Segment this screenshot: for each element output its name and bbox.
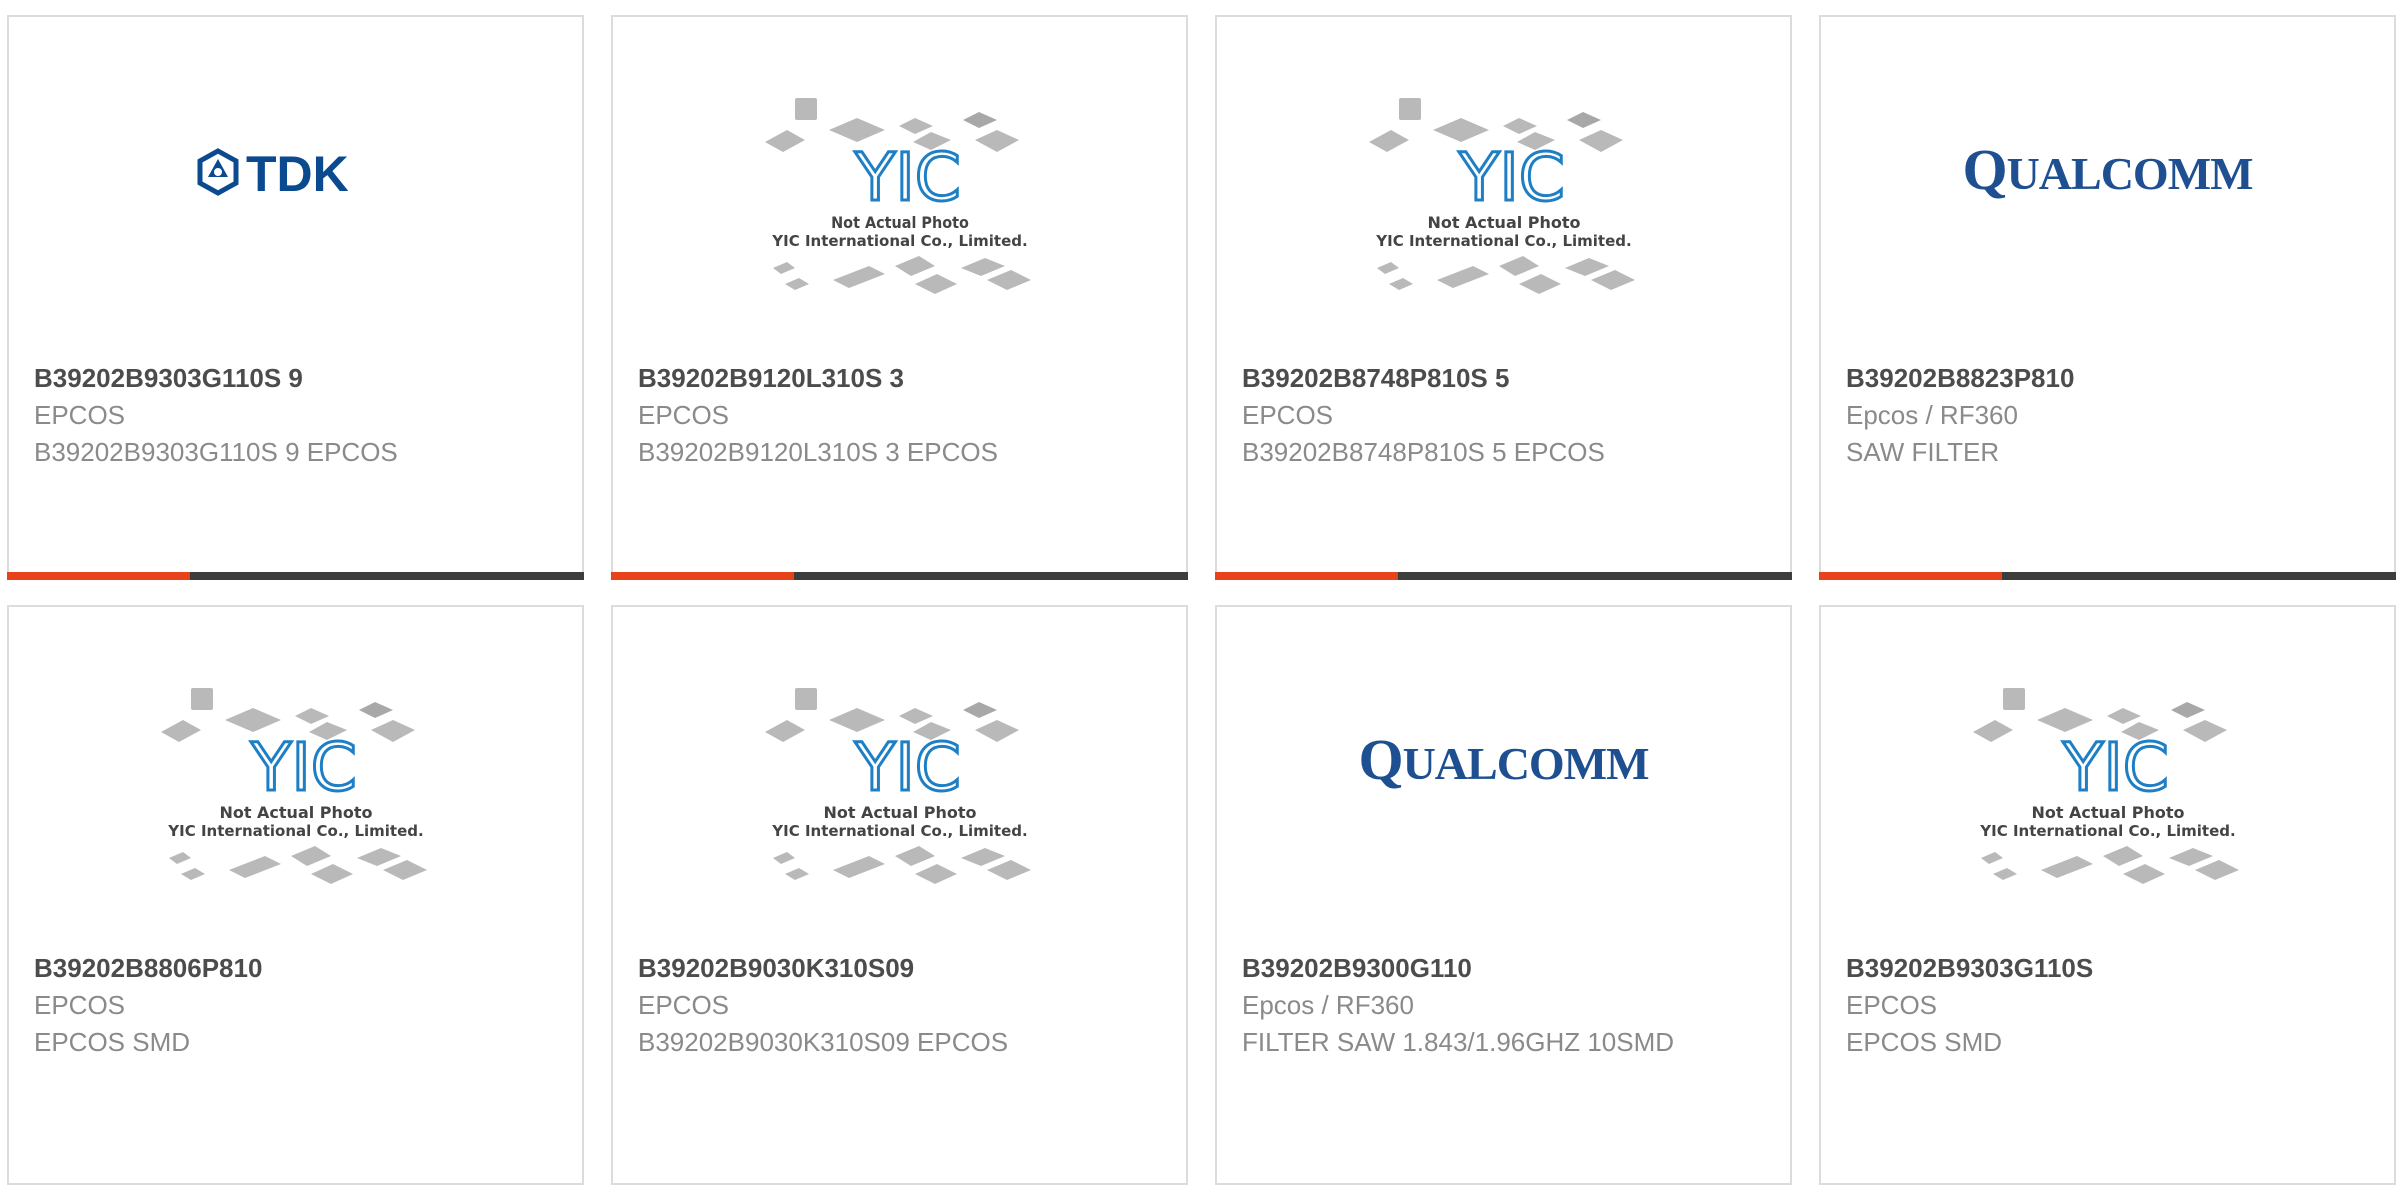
description: EPCOS SMD [1846,1027,2003,1057]
part-number-link[interactable]: B39202B9300G110 [1242,950,1770,987]
product-info: B39202B9303G110S EPCOS EPCOS SMD [1846,950,2374,1060]
brand-label: Epcos / RF360 [1846,400,2018,430]
product-info: B39202B9300G110 Epcos / RF360 FILTER SAW… [1242,950,1770,1060]
brand-label: EPCOS [1242,400,1334,430]
card-bottom-bar [611,572,1188,580]
description: B39202B9120L310S 3 EPCOS [638,437,998,467]
yic-placeholder-image: YIC Not Actual Photo YIC International C… [1972,687,2239,884]
svg-text:YIC: YIC [250,729,357,806]
brand-label: EPCOS [1846,990,1938,1020]
product-image[interactable]: QUALCOMM [1217,607,1790,952]
svg-text:YIC International Co., Limited: YIC International Co., Limited. [771,232,1027,250]
svg-text:YIC: YIC [854,729,961,806]
svg-text:YIC International Co., Limited: YIC International Co., Limited. [1979,822,2235,840]
yic-placeholder-image: YIC Not Actual Photo YIC International C… [1368,97,1635,294]
product-image[interactable]: YIC Not Actual Photo YIC International C… [1821,607,2394,952]
qualcomm-logo: QUALCOMM [1358,727,1649,792]
brand-label: Epcos / RF360 [1242,990,1414,1020]
part-number-link[interactable]: B39202B9030K310S09 [638,950,1166,987]
card-accent [1819,572,2002,580]
product-image[interactable]: QUALCOMM [1821,17,2394,362]
tdk-logo: TDK [196,147,396,197]
yic-placeholder-image: YIC Not Actual Photo YIC International C… [160,687,427,884]
svg-text:Not Actual Photo: Not Actual Photo [219,803,372,822]
brand-label: EPCOS [638,990,730,1020]
product-image[interactable]: YIC Not Actual Photo YIC International C… [613,607,1186,952]
product-card[interactable]: QUALCOMM B39202B8823P810 Epcos / RF360 S… [1819,15,2396,580]
qualcomm-logo: QUALCOMM [1962,137,2253,202]
part-number-link[interactable]: B39202B9303G110S 9 [34,360,562,397]
product-info: B39202B8806P810 EPCOS EPCOS SMD [34,950,562,1060]
description: SAW FILTER [1846,437,2000,467]
product-card[interactable]: QUALCOMM B39202B9300G110 Epcos / RF360 F… [1215,605,1792,1185]
part-number-link[interactable]: B39202B8748P810S 5 [1242,360,1770,397]
product-info: B39202B8823P810 Epcos / RF360 SAW FILTER [1846,360,2374,470]
description: B39202B9303G110S 9 EPCOS [34,437,398,467]
yic-placeholder-image: YIC Not Actual Photo YIC International C… [764,687,1031,884]
product-image[interactable]: YIC Not Actual Photo YIC International C… [613,17,1186,362]
product-image[interactable]: YIC Not Actual Photo YIC International C… [1217,17,1790,362]
product-grid: TDK B39202B9303G110S 9 EPCOS B39202B9303… [0,0,2400,1185]
description: B39202B8748P810S 5 EPCOS [1242,437,1605,467]
product-info: B39202B9030K310S09 EPCOS B39202B9030K310… [638,950,1166,1060]
description: EPCOS SMD [34,1027,191,1057]
svg-text:YIC: YIC [2062,729,2169,806]
description: B39202B9030K310S09 EPCOS [638,1027,1009,1057]
part-number-link[interactable]: B39202B8823P810 [1846,360,2374,397]
description: FILTER SAW 1.843/1.96GHZ 10SMD [1242,1027,1675,1057]
card-accent [1215,572,1398,580]
brand-label: EPCOS [34,990,126,1020]
card-bottom-bar [7,572,584,580]
svg-text:Not Actual Photo: Not Actual Photo [831,213,969,232]
svg-text:Not Actual Photo: Not Actual Photo [2031,803,2184,822]
svg-text:Not Actual Photo: Not Actual Photo [823,803,976,822]
svg-text:YIC International Co., Limited: YIC International Co., Limited. [1375,232,1631,250]
product-card[interactable]: YIC Not Actual Photo YIC International C… [611,15,1188,580]
product-card[interactable]: YIC Not Actual Photo YIC International C… [611,605,1188,1185]
brand-label: EPCOS [638,400,730,430]
product-card[interactable]: YIC Not Actual Photo YIC International C… [1819,605,2396,1185]
brand-label: EPCOS [34,400,126,430]
product-image[interactable]: TDK [9,17,582,362]
svg-text:YIC: YIC [854,139,961,216]
product-image[interactable]: YIC Not Actual Photo YIC International C… [9,607,582,952]
svg-text:Not Actual Photo: Not Actual Photo [1427,213,1580,232]
card-accent [611,572,794,580]
part-number-link[interactable]: B39202B9120L310S 3 [638,360,1166,397]
svg-text:YIC: YIC [1458,139,1565,216]
card-bottom-bar [1215,572,1792,580]
product-info: B39202B9120L310S 3 EPCOS B39202B9120L310… [638,360,1166,470]
part-number-link[interactable]: B39202B9303G110S [1846,950,2374,987]
svg-text:YIC International Co., Limited: YIC International Co., Limited. [167,822,423,840]
product-card[interactable]: TDK B39202B9303G110S 9 EPCOS B39202B9303… [7,15,584,580]
card-bottom-bar [1819,572,2396,580]
yic-placeholder-image: YIC Not Actual Photo YIC International C… [764,97,1031,294]
product-info: B39202B9303G110S 9 EPCOS B39202B9303G110… [34,360,562,470]
card-accent [7,572,190,580]
part-number-link[interactable]: B39202B8806P810 [34,950,562,987]
product-card[interactable]: YIC Not Actual Photo YIC International C… [1215,15,1792,580]
product-info: B39202B8748P810S 5 EPCOS B39202B8748P810… [1242,360,1770,470]
svg-text:TDK: TDK [246,147,349,197]
svg-text:YIC International Co., Limited: YIC International Co., Limited. [771,822,1027,840]
product-card[interactable]: YIC Not Actual Photo YIC International C… [7,605,584,1185]
